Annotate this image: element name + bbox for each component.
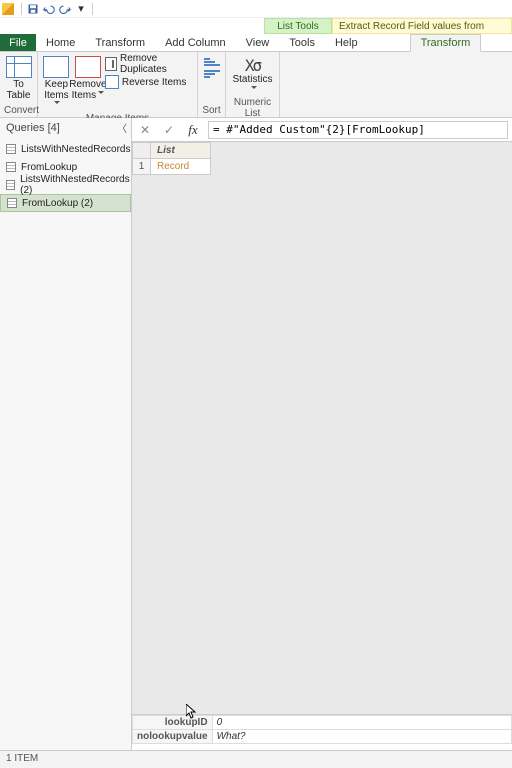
qat-save-button[interactable]: [25, 2, 41, 16]
qat-separator-2: [92, 3, 93, 15]
query-item-label: ListsWithNestedRecords: [21, 144, 130, 155]
contextual-tab-header: List Tools Extract Record Field values f…: [0, 18, 512, 34]
reverse-items-button[interactable]: Reverse Items: [105, 74, 193, 90]
row-number-header: [133, 143, 151, 159]
query-item-label: FromLookup (2): [22, 198, 93, 209]
formula-cancel-button[interactable]: ✕: [136, 121, 154, 139]
query-item-label: FromLookup: [21, 162, 77, 173]
tab-add-column[interactable]: Add Column: [155, 34, 236, 51]
statistics-button[interactable]: Χσ Statistics: [230, 54, 275, 96]
queries-header-label: Queries [4]: [6, 122, 60, 134]
tab-tools[interactable]: Tools: [279, 34, 325, 51]
sort-desc-button[interactable]: [204, 70, 220, 78]
tab-transform[interactable]: Transform: [85, 34, 155, 51]
fx-icon[interactable]: fx: [184, 121, 202, 139]
ribbon-group-manage-items: Keep Items Remove Items Remove Duplicate…: [38, 52, 198, 117]
title-bar: ▾: [0, 0, 512, 18]
qat-undo-button[interactable]: [41, 2, 57, 16]
queries-pane: Queries [4] 〈 ListsWithNestedRecords Fro…: [0, 118, 132, 750]
ribbon-group-sort-title: Sort: [202, 104, 221, 117]
formula-commit-button[interactable]: ✓: [160, 121, 178, 139]
reverse-items-label: Reverse Items: [122, 77, 186, 88]
to-table-button[interactable]: To Table: [4, 54, 33, 101]
tab-context-transform[interactable]: Transform: [410, 34, 482, 52]
row-number-cell: 1: [133, 159, 151, 175]
query-item[interactable]: ListsWithNestedRecords: [0, 140, 131, 158]
remove-duplicates-icon: [105, 57, 117, 71]
main-area: ✕ ✓ fx List 1 Record lookupID 0: [132, 118, 512, 750]
content-area: Queries [4] 〈 ListsWithNestedRecords Fro…: [0, 118, 512, 750]
contextual-tool-group-label: List Tools: [264, 18, 332, 34]
qat-customize-dropdown[interactable]: ▾: [73, 2, 89, 16]
status-bar: 1 ITEM: [0, 750, 512, 768]
query-item[interactable]: ListsWithNestedRecords (2): [0, 176, 131, 194]
ribbon-group-numeric-list: Χσ Statistics Numeric List: [226, 52, 280, 117]
reverse-items-icon: [105, 75, 119, 89]
record-field-value: What?: [212, 730, 511, 744]
ribbon: To Table Convert Keep Items Remove Items…: [0, 52, 512, 118]
list-column-header[interactable]: List: [151, 143, 211, 159]
record-field-value: 0: [212, 716, 511, 730]
query-icon: [6, 144, 16, 154]
record-field-row: nolookupvalue What?: [133, 730, 512, 744]
query-icon: [7, 198, 17, 208]
tab-view[interactable]: View: [236, 34, 280, 51]
query-item-label: ListsWithNestedRecords (2): [20, 174, 131, 196]
table-icon: [6, 56, 32, 78]
query-icon: [6, 180, 15, 190]
query-item[interactable]: FromLookup (2): [0, 194, 131, 212]
record-field-row: lookupID 0: [133, 716, 512, 730]
ribbon-group-convert-title: Convert: [4, 104, 33, 117]
record-field-name: nolookupvalue: [133, 730, 213, 744]
table-row[interactable]: 1 Record: [133, 159, 211, 175]
statistics-icon: Χσ: [245, 56, 260, 75]
tab-help[interactable]: Help: [325, 34, 368, 51]
formula-bar: ✕ ✓ fx: [132, 118, 512, 142]
list-table: List 1 Record: [132, 142, 211, 175]
list-value-cell[interactable]: Record: [151, 159, 211, 175]
keep-items-label: Keep Items: [42, 80, 71, 112]
ribbon-group-numeric-title: Numeric List: [230, 96, 275, 120]
keep-items-icon: [43, 56, 69, 78]
qat-separator: [21, 3, 22, 15]
collapse-pane-button[interactable]: 〈: [117, 120, 127, 135]
remove-items-icon: [75, 56, 101, 78]
remove-duplicates-button[interactable]: Remove Duplicates: [105, 56, 193, 72]
queries-list: ListsWithNestedRecords FromLookup ListsW…: [0, 138, 131, 750]
tab-home[interactable]: Home: [36, 34, 85, 51]
tab-file[interactable]: File: [0, 34, 36, 51]
remove-items-button[interactable]: Remove Items: [71, 54, 105, 101]
statistics-label: Statistics: [230, 75, 275, 96]
record-preview-pane: lookupID 0 nolookupvalue What?: [132, 714, 512, 750]
ribbon-group-sort: Sort: [198, 52, 226, 117]
record-field-name: lookupID: [133, 716, 213, 730]
sort-asc-button[interactable]: [204, 58, 220, 66]
app-icon: [2, 3, 14, 15]
window-title: Extract Record Field values from: [332, 18, 512, 34]
to-table-label: To Table: [7, 80, 31, 101]
queries-header: Queries [4] 〈: [0, 118, 131, 138]
data-grid[interactable]: List 1 Record: [132, 142, 512, 714]
ribbon-tabs: File Home Transform Add Column View Tool…: [0, 34, 512, 52]
status-item-count: 1 ITEM: [6, 753, 38, 764]
query-icon: [6, 162, 16, 172]
keep-items-button[interactable]: Keep Items: [42, 54, 71, 112]
remove-duplicates-label: Remove Duplicates: [120, 53, 193, 75]
formula-input[interactable]: [208, 121, 508, 139]
ribbon-group-convert: To Table Convert: [0, 52, 38, 117]
remove-items-label: Remove Items: [69, 80, 106, 101]
qat-redo-button[interactable]: [57, 2, 73, 16]
